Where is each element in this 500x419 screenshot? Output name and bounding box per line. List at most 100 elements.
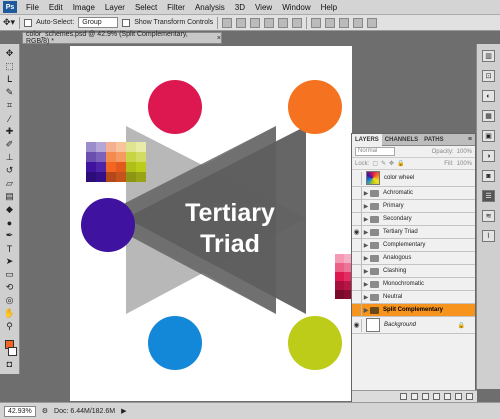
eraser-tool-icon[interactable]: ▱: [3, 178, 16, 189]
eye-icon[interactable]: ◉: [352, 225, 362, 239]
visibility-toggle[interactable]: [352, 277, 362, 291]
history-brush-tool-icon[interactable]: ↺: [3, 165, 16, 176]
zoom-field[interactable]: 42.93%: [4, 405, 36, 417]
swatches-panel-icon[interactable]: ▦: [482, 110, 495, 122]
align-middle-icon[interactable]: [236, 17, 247, 28]
layer-mask-icon[interactable]: [422, 393, 429, 400]
visibility-toggle[interactable]: [352, 238, 362, 252]
status-arrow-icon[interactable]: ▶: [121, 407, 126, 415]
expand-arrow-icon[interactable]: ▶: [362, 307, 370, 314]
visibility-toggle[interactable]: [352, 290, 362, 304]
menu-select[interactable]: Select: [130, 3, 162, 12]
gradient-tool-icon[interactable]: ▤: [3, 191, 16, 202]
layer-row[interactable]: ▶ Clashing: [352, 264, 475, 278]
tab-channels[interactable]: CHANNELS: [382, 137, 421, 143]
distribute-middle-icon[interactable]: [325, 17, 336, 28]
lock-position-icon[interactable]: ✥: [389, 160, 394, 167]
menu-view[interactable]: View: [250, 3, 277, 12]
menu-analysis[interactable]: Analysis: [190, 3, 230, 12]
close-icon[interactable]: ×: [217, 35, 221, 42]
hand-tool-icon[interactable]: ✋: [3, 308, 16, 319]
paths-panel-icon[interactable]: ⌇: [482, 230, 495, 242]
expand-arrow-icon[interactable]: ▶: [362, 190, 370, 197]
adjustments-panel-icon[interactable]: ◑: [482, 150, 495, 162]
expand-arrow-icon[interactable]: ▶: [362, 229, 370, 236]
distribute-center-icon[interactable]: [367, 17, 378, 28]
marquee-tool-icon[interactable]: ⬚: [3, 61, 16, 72]
layer-row[interactable]: ▶ Complementary: [352, 238, 475, 252]
layer-row[interactable]: color wheel: [352, 170, 475, 187]
masks-panel-icon[interactable]: ◙: [482, 170, 495, 182]
layer-row[interactable]: ▶ Achromatic: [352, 186, 475, 200]
blur-tool-icon[interactable]: ◆: [3, 204, 16, 215]
zoom-tool-icon[interactable]: ⚲: [3, 321, 16, 332]
fill-value[interactable]: 100%: [457, 161, 472, 167]
visibility-toggle[interactable]: [352, 186, 362, 200]
layer-row[interactable]: ▶ Monochromatic: [352, 277, 475, 291]
shape-tool-icon[interactable]: ▭: [3, 269, 16, 280]
3d-rotate-tool-icon[interactable]: ⟲: [3, 282, 16, 293]
navigator-panel-icon[interactable]: ⊡: [482, 70, 495, 82]
expand-arrow-icon[interactable]: ▶: [362, 216, 370, 223]
menu-3d[interactable]: 3D: [230, 3, 250, 12]
tab-layers[interactable]: LAYERS: [352, 133, 382, 146]
auto-select-checkbox[interactable]: [24, 18, 33, 27]
link-layers-icon[interactable]: [400, 393, 407, 400]
layer-row[interactable]: ▶ Primary: [352, 199, 475, 213]
styles-panel-icon[interactable]: ▣: [482, 130, 495, 142]
layer-row[interactable]: ▶ Secondary: [352, 212, 475, 226]
layer-row-selected[interactable]: ▶ Split Complementary: [352, 303, 475, 317]
expand-arrow-icon[interactable]: ▶: [362, 203, 370, 210]
document-tab[interactable]: color_schemes.psd @ 42.9% (Split Complem…: [22, 31, 222, 45]
path-selection-tool-icon[interactable]: ➤: [3, 256, 16, 267]
align-bottom-icon[interactable]: [250, 17, 261, 28]
menu-filter[interactable]: Filter: [162, 3, 190, 12]
expand-arrow-icon[interactable]: ▶: [362, 281, 370, 288]
layer-row[interactable]: ▶ Neutral: [352, 290, 475, 304]
layers-panel-icon[interactable]: ☰: [482, 190, 495, 202]
auto-select-dropdown[interactable]: Group: [78, 17, 119, 28]
channels-panel-icon[interactable]: ≋: [482, 210, 495, 222]
pen-tool-icon[interactable]: ✒: [3, 230, 16, 241]
menu-image[interactable]: Image: [68, 3, 100, 12]
visibility-toggle[interactable]: [352, 212, 362, 226]
dodge-tool-icon[interactable]: ●: [3, 217, 16, 228]
eye-icon[interactable]: ◉: [352, 318, 362, 332]
3d-orbit-tool-icon[interactable]: ◎: [3, 295, 16, 306]
visibility-toggle[interactable]: [352, 199, 362, 213]
lock-all-icon[interactable]: 🔒: [397, 160, 404, 167]
menu-edit[interactable]: Edit: [44, 3, 68, 12]
adjustment-layer-icon[interactable]: [433, 393, 440, 400]
align-right-icon[interactable]: [292, 17, 303, 28]
layer-row[interactable]: ◉ ▶ Tertiary Triad: [352, 225, 475, 239]
menu-window[interactable]: Window: [277, 3, 315, 12]
expand-arrow-icon[interactable]: ▶: [362, 268, 370, 275]
color-panel-icon[interactable]: ◐: [482, 90, 495, 102]
delete-layer-icon[interactable]: [466, 393, 473, 400]
expand-arrow-icon[interactable]: ▶: [362, 242, 370, 249]
tab-paths[interactable]: PATHS: [421, 137, 446, 143]
visibility-toggle[interactable]: [352, 171, 362, 185]
histogram-panel-icon[interactable]: ▥: [482, 50, 495, 62]
background-color-swatch[interactable]: [8, 347, 17, 356]
opacity-value[interactable]: 100%: [457, 149, 472, 155]
visibility-toggle[interactable]: [352, 251, 362, 265]
distribute-left-icon[interactable]: [353, 17, 364, 28]
expand-arrow-icon[interactable]: ▶: [362, 294, 370, 301]
layer-row[interactable]: ▶ Analogous: [352, 251, 475, 265]
layer-row[interactable]: ◉ Background 🔒: [352, 317, 475, 334]
brush-tool-icon[interactable]: ✐: [3, 139, 16, 150]
distribute-bottom-icon[interactable]: [339, 17, 350, 28]
move-tool-icon[interactable]: ✥▾: [3, 17, 15, 28]
healing-brush-tool-icon[interactable]: ✚: [3, 126, 16, 137]
layer-style-icon[interactable]: [411, 393, 418, 400]
menu-help[interactable]: Help: [316, 3, 342, 12]
eyedropper-tool-icon[interactable]: ⁄: [3, 113, 16, 124]
clone-stamp-tool-icon[interactable]: ⊥: [3, 152, 16, 163]
new-group-icon[interactable]: [444, 393, 451, 400]
menu-layer[interactable]: Layer: [100, 3, 130, 12]
lock-transparency-icon[interactable]: ▢: [372, 160, 378, 167]
expand-arrow-icon[interactable]: ▶: [362, 255, 370, 262]
panel-menu-icon[interactable]: ≡: [468, 136, 472, 143]
visibility-toggle[interactable]: [352, 303, 362, 317]
